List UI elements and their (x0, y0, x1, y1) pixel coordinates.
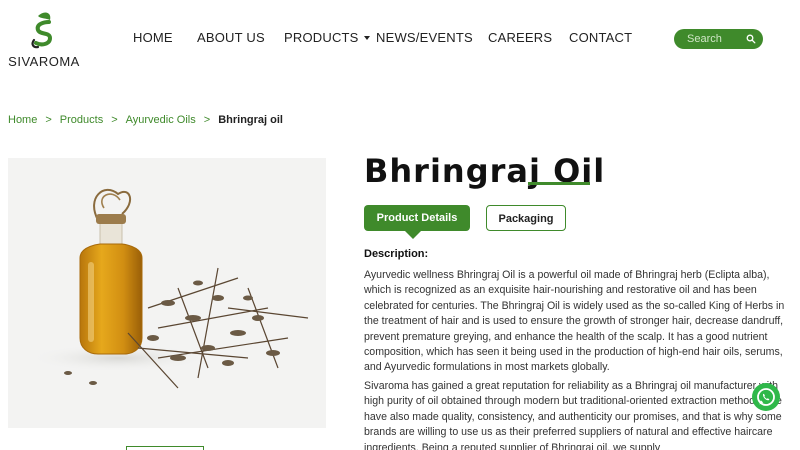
tab-product-details[interactable]: Product Details (364, 205, 470, 231)
whatsapp-chat-button[interactable] (752, 383, 780, 411)
breadcrumb-products[interactable]: Products (60, 114, 103, 126)
bhringraj-oil-bottle-illustration (28, 188, 309, 389)
breadcrumb: Home > Products > Ayurvedic Oils > Bhringraj o… (8, 114, 283, 126)
search-input[interactable] (687, 32, 743, 46)
product-image (8, 158, 326, 428)
nav-news-events[interactable]: NEWS/EVENTS (376, 30, 473, 45)
nav-products-label: PRODUCTS (284, 30, 359, 45)
chevron-down-icon (363, 35, 370, 40)
breadcrumb-separator: > (203, 114, 211, 126)
breadcrumb-separator: > (45, 114, 52, 126)
description-heading: Description: (364, 248, 429, 260)
nav-products[interactable]: PRODUCTS (284, 30, 370, 45)
nav-home[interactable]: HOME (133, 30, 173, 45)
breadcrumb-separator: > (111, 114, 118, 126)
description-paragraph: Sivaroma has gained a great reputation f… (364, 380, 782, 450)
brand-logo[interactable]: SIVAROMA (8, 10, 80, 69)
active-tab-indicator (405, 231, 421, 239)
nav-careers[interactable]: CAREERS (488, 30, 552, 45)
tab-packaging[interactable]: Packaging (486, 205, 566, 231)
title-underline (528, 182, 590, 185)
whatsapp-icon (757, 388, 775, 406)
breadcrumb-ayurvedic-oils[interactable]: Ayurvedic Oils (126, 114, 196, 126)
image-thumbnail[interactable] (126, 446, 204, 450)
nav-contact[interactable]: CONTACT (569, 30, 632, 45)
breadcrumb-current: Bhringraj oil (218, 114, 283, 126)
search-icon[interactable] (746, 34, 756, 44)
nav-about-us[interactable]: ABOUT US (197, 30, 265, 45)
breadcrumb-home[interactable]: Home (8, 114, 37, 126)
description-paragraph: Ayurvedic wellness Bhringraj Oil is a po… (364, 269, 785, 374)
brand-name: SIVAROMA (8, 54, 80, 69)
leaf-logo-icon (31, 12, 53, 49)
